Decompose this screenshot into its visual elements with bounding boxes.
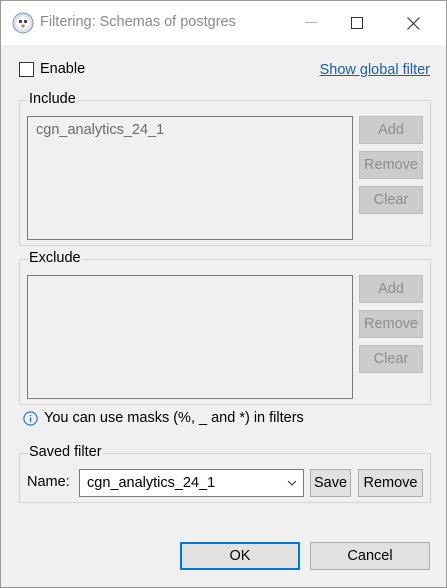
enable-checkbox[interactable] <box>19 61 34 77</box>
include-legend: Include <box>28 91 77 107</box>
include-remove-button[interactable]: Remove <box>359 151 423 179</box>
saved-filter-group: Saved filter Name: cgn_analytics_24_1 Sa… <box>19 444 431 503</box>
filter-dialog: Filtering: Schemas of postgres Enable Sh… <box>0 0 447 588</box>
dbeaver-beaver-icon <box>12 12 34 34</box>
exclude-legend: Exclude <box>28 250 82 266</box>
maximize-button[interactable] <box>334 1 380 45</box>
show-global-filter-link[interactable]: Show global filter <box>320 62 430 78</box>
cancel-button[interactable]: Cancel <box>310 542 430 570</box>
ok-button[interactable]: OK <box>180 542 300 570</box>
close-button[interactable] <box>390 1 436 45</box>
exclude-group: Exclude Add Remove Clear <box>19 250 431 405</box>
include-add-button[interactable]: Add <box>359 116 423 144</box>
saved-filter-legend: Saved filter <box>28 444 103 460</box>
include-list[interactable]: cgn_analytics_24_1 <box>27 116 353 240</box>
close-icon <box>406 16 420 30</box>
info-icon <box>23 410 38 426</box>
exclude-clear-button[interactable]: Clear <box>359 345 423 373</box>
minimize-button[interactable] <box>288 1 334 45</box>
hint-text: You can use masks (%, _ and *) in filter… <box>44 410 304 426</box>
exclude-add-button[interactable]: Add <box>359 275 423 303</box>
saved-filter-name-combo[interactable]: cgn_analytics_24_1 <box>79 469 304 497</box>
window-title: Filtering: Schemas of postgres <box>40 14 236 30</box>
enable-label: Enable <box>40 61 86 77</box>
list-item[interactable]: cgn_analytics_24_1 <box>36 122 164 138</box>
exclude-list[interactable] <box>27 275 353 399</box>
mask-hint: You can use masks (%, _ and *) in filter… <box>23 410 304 426</box>
enable-checkbox-row[interactable]: Enable <box>19 61 85 77</box>
saved-filter-name-value: cgn_analytics_24_1 <box>87 475 216 491</box>
exclude-remove-button[interactable]: Remove <box>359 310 423 338</box>
include-group: Include cgn_analytics_24_1 Add Remove Cl… <box>19 91 431 246</box>
include-clear-button[interactable]: Clear <box>359 186 423 214</box>
maximize-icon <box>351 17 363 29</box>
remove-filter-button[interactable]: Remove <box>358 469 423 497</box>
chevron-down-icon[interactable] <box>287 479 297 487</box>
minimize-icon <box>305 22 317 23</box>
name-label: Name: <box>27 474 70 490</box>
title-bar: Filtering: Schemas of postgres <box>1 1 446 45</box>
save-filter-button[interactable]: Save <box>310 469 351 497</box>
